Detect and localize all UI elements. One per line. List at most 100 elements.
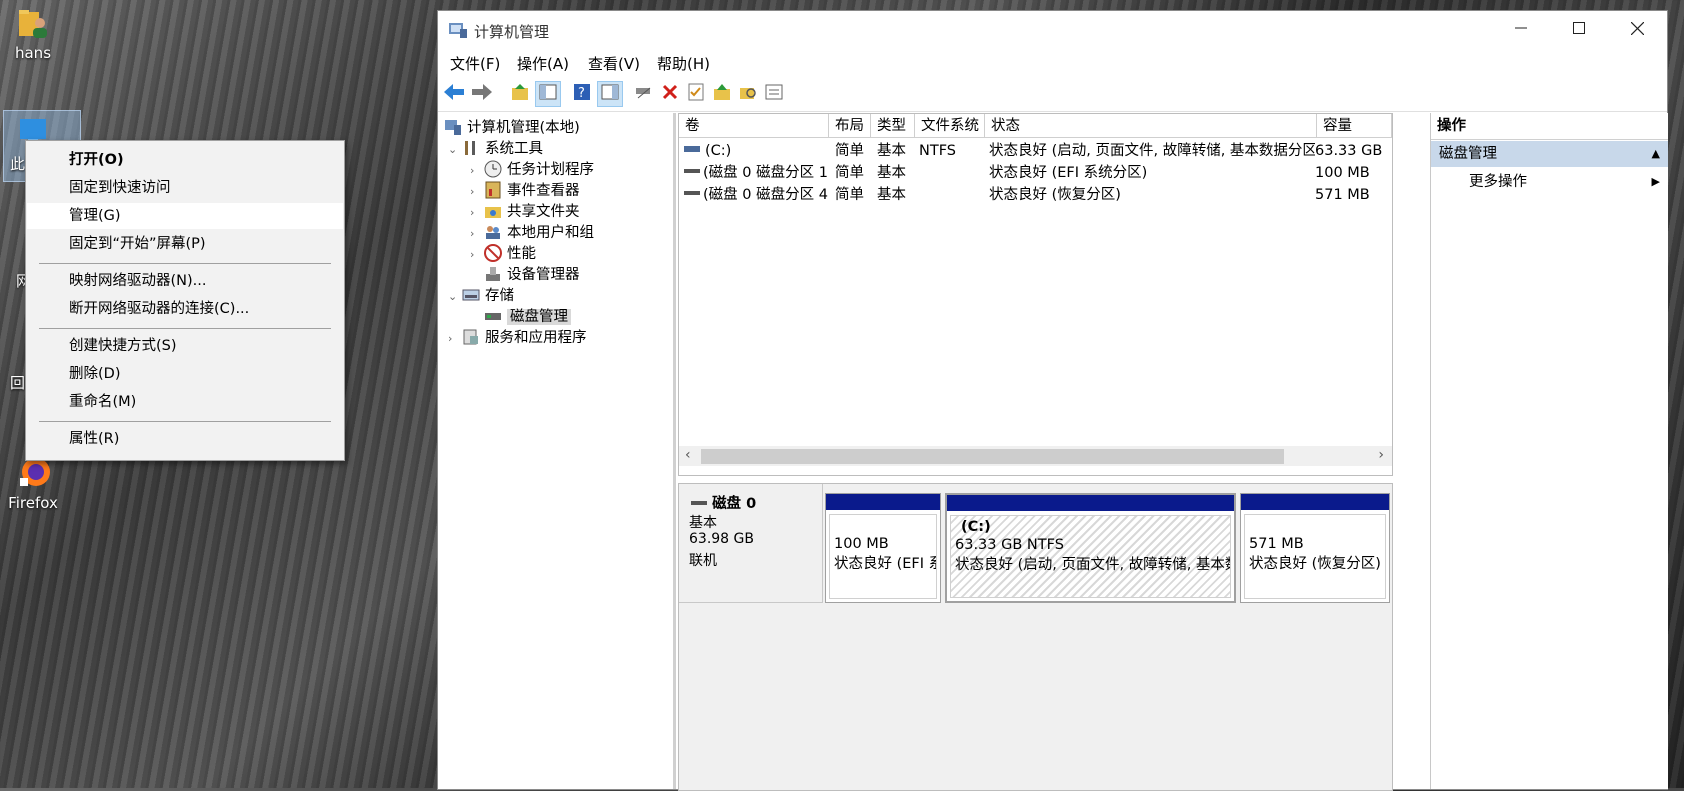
horizontal-scrollbar[interactable]: ‹ › — [679, 446, 1392, 466]
title-bar[interactable]: 计算机管理 — [438, 11, 1667, 49]
collapse-up-icon[interactable]: ▲ — [1652, 141, 1660, 167]
back-button[interactable] — [443, 83, 465, 105]
computer-management-icon — [448, 21, 468, 39]
menu-item-disconnect-network-drive[interactable]: 断开网络驱动器的连接(C)... — [27, 296, 343, 322]
partition-efi[interactable]: 100 MB 状态良好 (EFI 系统分区) — [825, 493, 941, 603]
disk-info-panel[interactable]: 磁盘 0 基本 63.98 GB 联机 — [679, 484, 823, 603]
menu-item-pin-start[interactable]: 固定到“开始”屏幕(P) — [27, 231, 343, 257]
partition-c[interactable]: (C:) 63.33 GB NTFS 状态良好 (启动, 页面文件, 故障转储,… — [945, 493, 1236, 603]
export-button[interactable] — [711, 83, 733, 105]
disk-type: 基本 — [689, 515, 717, 531]
actions-pane: 操作 磁盘管理 ▲ 更多操作 ▶ — [1430, 113, 1668, 789]
checklist-icon — [688, 83, 704, 105]
actions-section-disk-management[interactable]: 磁盘管理 ▲ — [1431, 141, 1668, 167]
disk-size: 63.98 GB — [689, 531, 754, 547]
disk-name: 磁盘 0 — [712, 496, 757, 512]
up-one-level-button[interactable] — [509, 83, 531, 105]
chevron-down-icon[interactable]: ⌄ — [448, 139, 462, 161]
chevron-right-icon[interactable]: › — [470, 223, 484, 245]
disk-icon — [691, 496, 707, 512]
checklist-button[interactable] — [685, 83, 707, 105]
properties-button[interactable] — [763, 83, 785, 105]
chevron-right-icon[interactable]: › — [470, 181, 484, 203]
menu-item-open[interactable]: 打开(O) — [27, 147, 343, 173]
user-folder-icon — [16, 6, 50, 40]
scroll-right-icon[interactable]: › — [1378, 447, 1384, 463]
partition-recovery[interactable]: 571 MB 状态良好 (恢复分区) — [1240, 493, 1390, 603]
menu-item-create-shortcut[interactable]: 创建快捷方式(S) — [27, 333, 343, 359]
scrollbar-thumb[interactable] — [701, 449, 1284, 464]
menu-separator — [39, 421, 331, 422]
chevron-down-icon[interactable]: ⌄ — [448, 286, 462, 308]
tree-item-task-scheduler[interactable]: › 任务计划程序 — [470, 159, 594, 181]
tree-item-performance[interactable]: › 性能 — [470, 243, 536, 265]
show-hide-console-tree-icon — [539, 84, 557, 104]
chevron-right-icon[interactable]: › — [470, 244, 484, 266]
desktop-icon-hans[interactable]: hans — [2, 6, 64, 62]
desktop-icon-label: hans — [14, 44, 52, 62]
actions-more-actions[interactable]: 更多操作 ▶ — [1431, 169, 1668, 195]
tree-item-device-manager[interactable]: 设备管理器 — [484, 264, 580, 286]
menu-action[interactable]: 操作(A) — [517, 53, 569, 74]
column-header-status[interactable]: 状态 — [985, 114, 1317, 138]
event-viewer-icon — [484, 181, 502, 199]
clock-icon — [484, 160, 502, 178]
partition-size: 571 MB — [1249, 536, 1304, 552]
menu-view[interactable]: 查看(V) — [588, 53, 640, 74]
partition-band — [826, 494, 940, 510]
desktop-icon-label: Firefox — [8, 494, 58, 512]
delete-button[interactable] — [659, 83, 681, 105]
submenu-arrow-icon: ▶ — [1651, 175, 1660, 188]
partition-title: (C:) — [961, 519, 991, 535]
forward-arrow-icon — [472, 84, 492, 104]
minimize-button[interactable] — [1492, 11, 1550, 49]
properties-icon — [765, 84, 783, 104]
tree-item-services-applications[interactable]: › 服务和应用程序 — [448, 327, 587, 349]
tree-item-storage[interactable]: ⌄ 存储 — [448, 285, 514, 307]
tree-item-local-users-groups[interactable]: › 本地用户和组 — [470, 222, 594, 244]
show-hide-console-tree-button[interactable] — [535, 81, 561, 107]
tree-item-shared-folders[interactable]: › 共享文件夹 — [470, 201, 580, 223]
chevron-right-icon[interactable]: › — [448, 328, 462, 350]
menu-item-rename[interactable]: 重命名(M) — [27, 389, 343, 415]
folder-up-icon — [713, 83, 731, 105]
column-header-type[interactable]: 类型 — [871, 114, 915, 138]
performance-icon — [484, 244, 502, 262]
partition-size: 63.33 GB NTFS — [955, 537, 1064, 553]
maximize-button[interactable] — [1550, 11, 1608, 49]
volume-list: 卷 布局 类型 文件系统 状态 容量 (C:) 简单 基本 NTFS 状态良好 … — [678, 113, 1393, 476]
firefox-icon — [16, 456, 50, 490]
menu-item-manage[interactable]: 管理(G) — [27, 203, 343, 229]
tree-item-system-tools[interactable]: ⌄ 系统工具 — [448, 138, 543, 160]
show-hide-action-pane-button[interactable] — [597, 81, 623, 107]
menu-item-delete[interactable]: 删除(D) — [27, 361, 343, 387]
find-button[interactable] — [737, 83, 759, 105]
column-header-capacity[interactable]: 容量 — [1317, 114, 1392, 138]
tree-item-event-viewer[interactable]: › 事件查看器 — [470, 180, 580, 202]
close-button[interactable] — [1608, 11, 1666, 49]
help-button[interactable]: ? — [571, 83, 593, 105]
drive-icon — [683, 140, 701, 162]
column-header-volume[interactable]: 卷 — [679, 114, 829, 138]
desktop-icon-firefox[interactable]: Firefox — [2, 456, 64, 512]
actions-header: 操作 — [1431, 113, 1668, 140]
minimize-icon — [1515, 22, 1527, 38]
chevron-right-icon[interactable]: › — [470, 160, 484, 182]
forward-button[interactable] — [471, 83, 493, 105]
menu-help[interactable]: 帮助(H) — [657, 53, 710, 74]
column-header-layout[interactable]: 布局 — [829, 114, 871, 138]
device-manager-icon — [484, 265, 502, 283]
tree-item-disk-management[interactable]: 磁盘管理 — [484, 306, 571, 328]
menu-item-properties[interactable]: 属性(R) — [27, 426, 343, 452]
menu-item-map-network-drive[interactable]: 映射网络驱动器(N)... — [27, 268, 343, 294]
column-header-filesystem[interactable]: 文件系统 — [915, 114, 985, 138]
tree-item-computer-management[interactable]: 计算机管理(本地) — [444, 117, 580, 139]
chevron-right-icon[interactable]: › — [470, 202, 484, 224]
menu-file[interactable]: 文件(F) — [450, 53, 500, 74]
shared-folder-icon — [484, 202, 502, 220]
menu-item-pin-quick-access[interactable]: 固定到快速访问 — [27, 175, 343, 201]
connect-drive-button[interactable] — [633, 83, 655, 105]
window-title: 计算机管理 — [474, 23, 550, 41]
scroll-left-icon[interactable]: ‹ — [685, 447, 691, 463]
partition-title — [1249, 518, 1381, 536]
